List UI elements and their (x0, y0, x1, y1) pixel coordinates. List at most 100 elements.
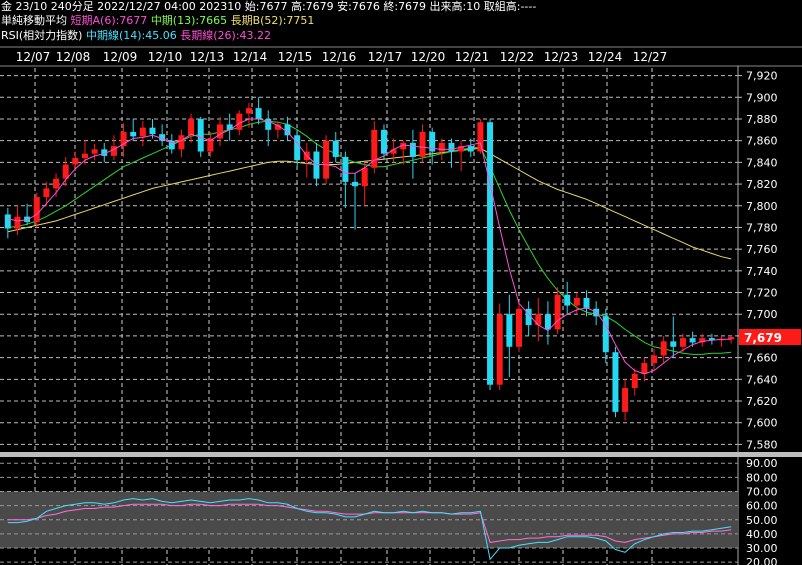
candle-up (110, 146, 117, 156)
date-label: 12/22 (500, 50, 535, 64)
date-label: 12/16 (322, 50, 357, 64)
rsi-tick-label: 30.00 (746, 542, 778, 555)
rsi-band (0, 491, 738, 520)
price-tick-label: 7,660 (746, 352, 778, 365)
price-tick-label: 7,760 (746, 243, 778, 256)
rsi-tick-label: 60.00 (746, 500, 778, 513)
candle-up (641, 363, 648, 374)
price-tick-label: 7,800 (746, 200, 778, 213)
candle-up (91, 149, 98, 154)
price-tick-label: 7,860 (746, 135, 778, 148)
price-tick-label: 7,920 (746, 70, 778, 83)
candle-up (554, 294, 561, 330)
date-label: 12/10 (148, 50, 183, 64)
candle-up (631, 373, 638, 388)
candle-up (72, 158, 79, 165)
candle-up (33, 197, 40, 223)
candle-down (670, 341, 677, 347)
price-tick-label: 7,740 (746, 265, 778, 278)
candle-up (419, 132, 426, 157)
candle-down (448, 142, 455, 152)
price-tick-label: 7,820 (746, 178, 778, 191)
candle-down (612, 352, 619, 412)
price-tick-label: 7,700 (746, 308, 778, 321)
price-tick-label: 7,900 (746, 91, 778, 104)
price-tick-label: 7,720 (746, 287, 778, 300)
rsi-tick-label: 80.00 (746, 471, 778, 484)
candle-up (139, 127, 146, 137)
candle-up (651, 355, 658, 364)
price-tick-label: 7,600 (746, 417, 778, 430)
candle-down (564, 294, 571, 306)
candle-down (352, 181, 359, 187)
candle-down (130, 132, 137, 137)
candle-up (53, 178, 60, 189)
date-label: 12/24 (588, 50, 623, 64)
candle-up (178, 135, 185, 150)
candle-up (496, 314, 503, 385)
date-label: 12/27 (633, 50, 668, 64)
date-label: 12/17 (368, 50, 403, 64)
date-label: 12/23 (544, 50, 579, 64)
candle-down (4, 214, 11, 229)
candle-up (361, 167, 368, 187)
ma-mid-line (7, 120, 732, 355)
candle-down (313, 151, 320, 179)
candle-up (217, 124, 223, 139)
candle-up (43, 188, 50, 198)
rsi-tick-label: 70.00 (746, 486, 778, 499)
price-tick-label: 7,840 (746, 156, 778, 169)
price-tick-label: 7,620 (746, 395, 778, 408)
candle-down (409, 142, 416, 157)
candle-down (467, 146, 474, 152)
candle-up (81, 153, 88, 159)
date-label: 12/08 (56, 50, 91, 64)
candle-up (438, 142, 445, 152)
date-label: 12/21 (455, 50, 490, 64)
date-label: 12/20 (411, 50, 446, 64)
candle-up (14, 216, 21, 229)
candle-down (332, 140, 339, 157)
candle-down (544, 314, 551, 330)
ma-short-line (7, 118, 732, 375)
candle-down (342, 156, 349, 182)
candle-down (689, 338, 696, 343)
candle-up (323, 140, 330, 179)
panel-separator (0, 452, 802, 457)
rsi-tick-label: 50.00 (746, 514, 778, 527)
candle-up (62, 164, 69, 179)
ma-long-line (7, 147, 732, 260)
candle-down (506, 314, 513, 347)
candle-up (622, 388, 629, 412)
current-price-label: 7,679 (744, 331, 782, 345)
candle-up (188, 118, 195, 136)
candle-up (477, 122, 484, 152)
rsi-band (0, 519, 738, 549)
candle-down (380, 129, 387, 154)
candle-up (390, 149, 397, 154)
date-label: 12/07 (16, 50, 51, 64)
price-tick-label: 7,780 (746, 221, 778, 234)
candle-up (573, 297, 580, 306)
candle-up (516, 308, 522, 347)
candle-down (149, 127, 156, 135)
rsi-tick-label: 90.00 (746, 457, 778, 470)
candle-up (660, 341, 667, 356)
candle-up (679, 338, 686, 347)
date-label: 12/09 (103, 50, 138, 64)
candle-down (255, 108, 262, 119)
candle-up (236, 113, 243, 130)
date-label: 12/14 (233, 50, 268, 64)
candle-up (245, 108, 252, 114)
rsi-tick-label: 20.00 (746, 556, 778, 565)
price-tick-label: 7,880 (746, 113, 778, 126)
candle-down (487, 122, 494, 385)
date-label: 12/13 (190, 50, 225, 64)
price-tick-label: 7,640 (746, 373, 778, 386)
price-chart[interactable]: 12/07 12/08 12/09 12/10 12/13 12/14 12/15 12/16… (0, 0, 802, 565)
candle-down (197, 118, 204, 152)
rsi-tick-label: 40.00 (746, 528, 778, 541)
candle-down (294, 135, 301, 161)
date-label: 12/15 (278, 50, 313, 64)
price-tick-label: 7,580 (746, 438, 778, 451)
